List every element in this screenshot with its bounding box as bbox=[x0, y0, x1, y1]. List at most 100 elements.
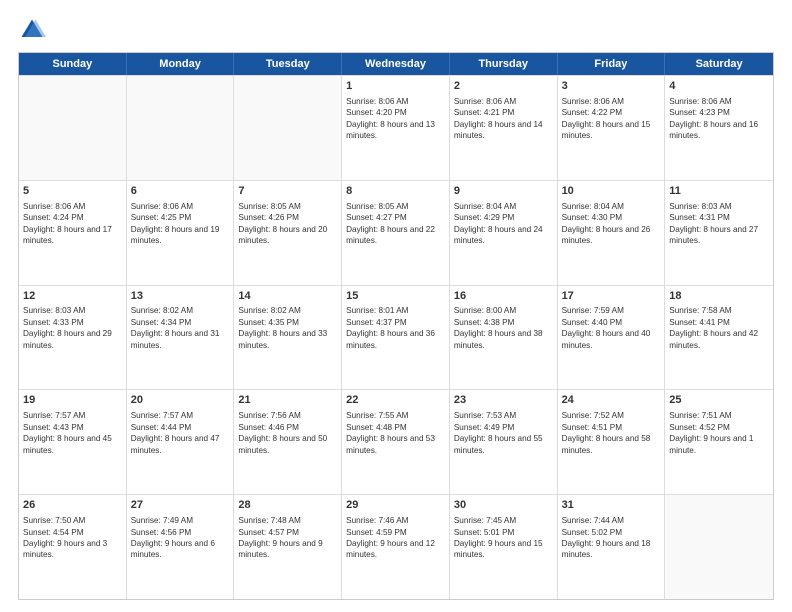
calendar-cell: 23 Sunrise: 7:53 AM Sunset: 4:49 PM Dayli… bbox=[450, 390, 558, 494]
calendar-header: SundayMondayTuesdayWednesdayThursdayFrid… bbox=[19, 53, 773, 75]
calendar-cell: 31Sunrise: 7:44 AM Sunset: 5:02 PM Dayli… bbox=[558, 495, 666, 599]
header bbox=[18, 16, 774, 44]
cell-info: Sunrise: 7:52 AM Sunset: 4:51 PM Dayligh… bbox=[562, 410, 661, 456]
cell-info: Sunrise: 7:53 AM Sunset: 4:49 PM Dayligh… bbox=[454, 410, 553, 456]
calendar-cell: 6Sunrise: 8:06 AM Sunset: 4:25 PM Daylig… bbox=[127, 181, 235, 285]
calendar-row: 12Sunrise: 8:03 AM Sunset: 4:33 PM Dayli… bbox=[19, 285, 773, 390]
calendar: SundayMondayTuesdayWednesdayThursdayFrid… bbox=[18, 52, 774, 600]
cell-info: Sunrise: 7:46 AM Sunset: 4:59 PM Dayligh… bbox=[346, 515, 445, 561]
cell-info: Sunrise: 8:06 AM Sunset: 4:25 PM Dayligh… bbox=[131, 201, 230, 247]
weekday-header: Saturday bbox=[665, 53, 773, 75]
calendar-cell bbox=[665, 495, 773, 599]
day-number: 30 bbox=[454, 498, 553, 513]
calendar-cell: 10Sunrise: 8:04 AM Sunset: 4:30 PM Dayli… bbox=[558, 181, 666, 285]
page: SundayMondayTuesdayWednesdayThursdayFrid… bbox=[0, 0, 792, 612]
calendar-cell: 4 Sunrise: 8:06 AM Sunset: 4:23 PM Daylig… bbox=[665, 76, 773, 180]
calendar-cell: 27 Sunrise: 7:49 AM Sunset: 4:56 PM Dayli… bbox=[127, 495, 235, 599]
cell-info: Sunrise: 8:02 AM Sunset: 4:34 PM Dayligh… bbox=[131, 305, 230, 351]
calendar-cell: 14Sunrise: 8:02 AM Sunset: 4:35 PM Dayli… bbox=[234, 286, 342, 390]
cell-info: Sunrise: 7:45 AM Sunset: 5:01 PM Dayligh… bbox=[454, 515, 553, 561]
logo bbox=[18, 16, 50, 44]
calendar-row: 26Sunrise: 7:50 AM Sunset: 4:54 PM Dayli… bbox=[19, 494, 773, 599]
cell-info: Sunrise: 8:05 AM Sunset: 4:27 PM Dayligh… bbox=[346, 201, 445, 247]
logo-icon bbox=[18, 16, 46, 44]
calendar-row: 5Sunrise: 8:06 AM Sunset: 4:24 PM Daylig… bbox=[19, 180, 773, 285]
cell-info: Sunrise: 7:55 AM Sunset: 4:48 PM Dayligh… bbox=[346, 410, 445, 456]
calendar-cell: 15Sunrise: 8:01 AM Sunset: 4:37 PM Dayli… bbox=[342, 286, 450, 390]
day-number: 15 bbox=[346, 289, 445, 304]
day-number: 7 bbox=[238, 184, 337, 199]
calendar-body: 1 Sunrise: 8:06 AM Sunset: 4:20 PM Daylig… bbox=[19, 75, 773, 599]
cell-info: Sunrise: 8:05 AM Sunset: 4:26 PM Dayligh… bbox=[238, 201, 337, 247]
day-number: 20 bbox=[131, 393, 230, 408]
weekday-header: Sunday bbox=[19, 53, 127, 75]
calendar-cell: 28Sunrise: 7:48 AM Sunset: 4:57 PM Dayli… bbox=[234, 495, 342, 599]
cell-info: Sunrise: 8:06 AM Sunset: 4:23 PM Dayligh… bbox=[669, 96, 769, 142]
cell-info: Sunrise: 8:06 AM Sunset: 4:24 PM Dayligh… bbox=[23, 201, 122, 247]
day-number: 28 bbox=[238, 498, 337, 513]
day-number: 13 bbox=[131, 289, 230, 304]
day-number: 24 bbox=[562, 393, 661, 408]
calendar-cell: 7 Sunrise: 8:05 AM Sunset: 4:26 PM Daylig… bbox=[234, 181, 342, 285]
calendar-cell: 26Sunrise: 7:50 AM Sunset: 4:54 PM Dayli… bbox=[19, 495, 127, 599]
calendar-cell: 11 Sunrise: 8:03 AM Sunset: 4:31 PM Dayli… bbox=[665, 181, 773, 285]
calendar-cell: 24 Sunrise: 7:52 AM Sunset: 4:51 PM Dayli… bbox=[558, 390, 666, 494]
day-number: 25 bbox=[669, 393, 769, 408]
cell-info: Sunrise: 7:57 AM Sunset: 4:43 PM Dayligh… bbox=[23, 410, 122, 456]
calendar-cell: 20 Sunrise: 7:57 AM Sunset: 4:44 PM Dayli… bbox=[127, 390, 235, 494]
cell-info: Sunrise: 8:02 AM Sunset: 4:35 PM Dayligh… bbox=[238, 305, 337, 351]
day-number: 31 bbox=[562, 498, 661, 513]
calendar-cell: 13Sunrise: 8:02 AM Sunset: 4:34 PM Dayli… bbox=[127, 286, 235, 390]
calendar-cell: 16Sunrise: 8:00 AM Sunset: 4:38 PM Dayli… bbox=[450, 286, 558, 390]
weekday-header: Thursday bbox=[450, 53, 558, 75]
calendar-cell: 12Sunrise: 8:03 AM Sunset: 4:33 PM Dayli… bbox=[19, 286, 127, 390]
calendar-cell: 30 Sunrise: 7:45 AM Sunset: 5:01 PM Dayli… bbox=[450, 495, 558, 599]
day-number: 1 bbox=[346, 79, 445, 94]
calendar-row: 1 Sunrise: 8:06 AM Sunset: 4:20 PM Daylig… bbox=[19, 75, 773, 180]
day-number: 19 bbox=[23, 393, 122, 408]
day-number: 8 bbox=[346, 184, 445, 199]
calendar-cell: 18Sunrise: 7:58 AM Sunset: 4:41 PM Dayli… bbox=[665, 286, 773, 390]
cell-info: Sunrise: 8:00 AM Sunset: 4:38 PM Dayligh… bbox=[454, 305, 553, 351]
day-number: 14 bbox=[238, 289, 337, 304]
calendar-cell: 3Sunrise: 8:06 AM Sunset: 4:22 PM Daylig… bbox=[558, 76, 666, 180]
cell-info: Sunrise: 7:56 AM Sunset: 4:46 PM Dayligh… bbox=[238, 410, 337, 456]
cell-info: Sunrise: 7:59 AM Sunset: 4:40 PM Dayligh… bbox=[562, 305, 661, 351]
weekday-header: Monday bbox=[127, 53, 235, 75]
cell-info: Sunrise: 7:51 AM Sunset: 4:52 PM Dayligh… bbox=[669, 410, 769, 456]
cell-info: Sunrise: 8:06 AM Sunset: 4:20 PM Dayligh… bbox=[346, 96, 445, 142]
day-number: 21 bbox=[238, 393, 337, 408]
calendar-cell: 8 Sunrise: 8:05 AM Sunset: 4:27 PM Daylig… bbox=[342, 181, 450, 285]
calendar-cell: 9Sunrise: 8:04 AM Sunset: 4:29 PM Daylig… bbox=[450, 181, 558, 285]
cell-info: Sunrise: 7:57 AM Sunset: 4:44 PM Dayligh… bbox=[131, 410, 230, 456]
cell-info: Sunrise: 8:06 AM Sunset: 4:21 PM Dayligh… bbox=[454, 96, 553, 142]
day-number: 22 bbox=[346, 393, 445, 408]
calendar-cell: 5Sunrise: 8:06 AM Sunset: 4:24 PM Daylig… bbox=[19, 181, 127, 285]
calendar-cell: 29 Sunrise: 7:46 AM Sunset: 4:59 PM Dayli… bbox=[342, 495, 450, 599]
day-number: 11 bbox=[669, 184, 769, 199]
cell-info: Sunrise: 8:01 AM Sunset: 4:37 PM Dayligh… bbox=[346, 305, 445, 351]
cell-info: Sunrise: 7:58 AM Sunset: 4:41 PM Dayligh… bbox=[669, 305, 769, 351]
calendar-cell: 19 Sunrise: 7:57 AM Sunset: 4:43 PM Dayli… bbox=[19, 390, 127, 494]
day-number: 2 bbox=[454, 79, 553, 94]
day-number: 16 bbox=[454, 289, 553, 304]
calendar-cell: 2 Sunrise: 8:06 AM Sunset: 4:21 PM Daylig… bbox=[450, 76, 558, 180]
day-number: 4 bbox=[669, 79, 769, 94]
day-number: 3 bbox=[562, 79, 661, 94]
calendar-cell: 17Sunrise: 7:59 AM Sunset: 4:40 PM Dayli… bbox=[558, 286, 666, 390]
calendar-cell bbox=[234, 76, 342, 180]
calendar-cell bbox=[127, 76, 235, 180]
weekday-header: Tuesday bbox=[234, 53, 342, 75]
calendar-cell bbox=[19, 76, 127, 180]
cell-info: Sunrise: 7:50 AM Sunset: 4:54 PM Dayligh… bbox=[23, 515, 122, 561]
day-number: 23 bbox=[454, 393, 553, 408]
cell-info: Sunrise: 7:49 AM Sunset: 4:56 PM Dayligh… bbox=[131, 515, 230, 561]
cell-info: Sunrise: 8:03 AM Sunset: 4:33 PM Dayligh… bbox=[23, 305, 122, 351]
calendar-cell: 22 Sunrise: 7:55 AM Sunset: 4:48 PM Dayli… bbox=[342, 390, 450, 494]
day-number: 29 bbox=[346, 498, 445, 513]
calendar-row: 19 Sunrise: 7:57 AM Sunset: 4:43 PM Dayli… bbox=[19, 389, 773, 494]
day-number: 27 bbox=[131, 498, 230, 513]
day-number: 18 bbox=[669, 289, 769, 304]
cell-info: Sunrise: 8:04 AM Sunset: 4:29 PM Dayligh… bbox=[454, 201, 553, 247]
cell-info: Sunrise: 8:03 AM Sunset: 4:31 PM Dayligh… bbox=[669, 201, 769, 247]
